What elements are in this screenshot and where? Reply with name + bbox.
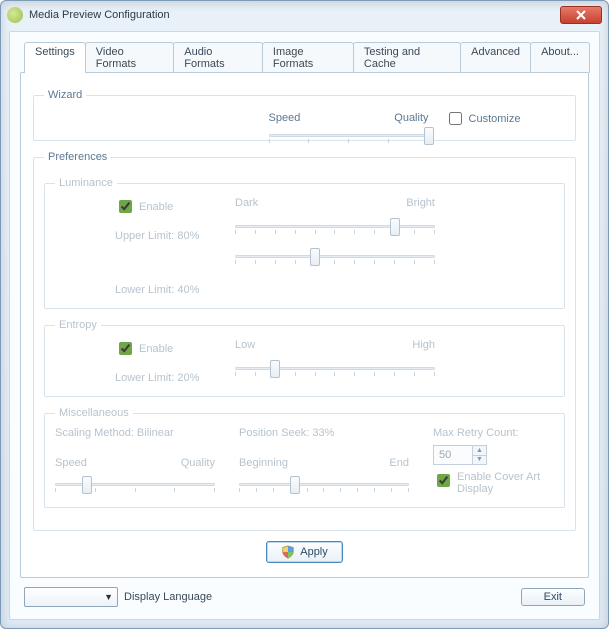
retry-value: 50 bbox=[434, 446, 472, 464]
tab-testing-cache[interactable]: Testing and Cache bbox=[353, 42, 461, 73]
window-title: Media Preview Configuration bbox=[29, 9, 170, 21]
tab-video-formats[interactable]: Video Formats bbox=[85, 42, 174, 73]
apply-button[interactable]: Apply bbox=[266, 541, 343, 563]
position-end-label: End bbox=[389, 457, 409, 469]
entropy-group: Entropy Enable Lower Limit: 20% Low bbox=[44, 319, 565, 397]
tab-settings[interactable]: Settings bbox=[24, 42, 86, 73]
entropy-lower-label: Lower Limit: 20% bbox=[115, 372, 205, 384]
scaling-quality-label: Quality bbox=[181, 457, 215, 469]
wizard-quality-label: Quality bbox=[394, 112, 428, 124]
chevron-down-icon: ▼ bbox=[104, 592, 113, 602]
entropy-legend: Entropy bbox=[55, 319, 101, 331]
tab-body: Wizard Speed Quality bbox=[20, 72, 589, 578]
scaling-speed-label: Speed bbox=[55, 457, 87, 469]
entropy-enable-checkbox[interactable]: Enable bbox=[115, 339, 205, 358]
app-icon bbox=[7, 7, 23, 23]
entropy-high-label: High bbox=[412, 339, 435, 351]
luminance-dark-label: Dark bbox=[235, 197, 258, 209]
client-area: Settings Video Formats Audio Formats Ima… bbox=[9, 31, 600, 620]
preferences-group: Preferences Luminance Enable Upper Limit… bbox=[33, 151, 576, 531]
luminance-group: Luminance Enable Upper Limit: 80% Lower … bbox=[44, 177, 565, 309]
retry-label: Max Retry Count: bbox=[433, 427, 553, 439]
tab-advanced[interactable]: Advanced bbox=[460, 42, 531, 73]
retry-down-button[interactable]: ▼ bbox=[472, 456, 486, 465]
titlebar: Media Preview Configuration bbox=[1, 1, 608, 29]
luminance-enable-checkbox[interactable]: Enable bbox=[115, 197, 205, 216]
misc-legend: Miscellaneous bbox=[55, 407, 133, 419]
wizard-speed-label: Speed bbox=[269, 112, 301, 124]
coverart-checkbox[interactable]: Enable Cover Art Display bbox=[433, 471, 553, 495]
luminance-legend: Luminance bbox=[55, 177, 117, 189]
tab-about[interactable]: About... bbox=[530, 42, 590, 73]
luminance-bright-label: Bright bbox=[406, 197, 435, 209]
tab-image-formats[interactable]: Image Formats bbox=[262, 42, 354, 73]
entropy-low-label: Low bbox=[235, 339, 255, 351]
shield-icon bbox=[281, 545, 295, 559]
position-seek-label: Position Seek: 33% bbox=[239, 427, 409, 453]
window: Media Preview Configuration Settings Vid… bbox=[0, 0, 609, 629]
customize-checkbox[interactable]: Customize bbox=[445, 109, 521, 128]
retry-spinner[interactable]: 50 ▲ ▼ bbox=[433, 445, 487, 465]
position-beginning-label: Beginning bbox=[239, 457, 288, 469]
wizard-group: Wizard Speed Quality bbox=[33, 89, 576, 141]
wizard-legend: Wizard bbox=[44, 89, 86, 101]
luminance-lower-label: Lower Limit: 40% bbox=[115, 284, 205, 296]
tab-audio-formats[interactable]: Audio Formats bbox=[173, 42, 263, 73]
luminance-upper-label: Upper Limit: 80% bbox=[115, 230, 205, 242]
retry-up-button[interactable]: ▲ bbox=[472, 446, 486, 456]
scaling-method-label: Scaling Method: Bilinear bbox=[55, 427, 215, 453]
close-button[interactable] bbox=[560, 6, 602, 24]
preferences-legend: Preferences bbox=[44, 151, 111, 163]
tab-strip: Settings Video Formats Audio Formats Ima… bbox=[24, 42, 589, 73]
close-icon bbox=[576, 10, 586, 20]
misc-group: Miscellaneous Scaling Method: Bilinear S… bbox=[44, 407, 565, 508]
display-language-label: Display Language bbox=[124, 591, 212, 603]
exit-button[interactable]: Exit bbox=[521, 588, 585, 606]
language-combo[interactable]: ▼ bbox=[24, 587, 118, 607]
bottom-bar: ▼ Display Language Exit bbox=[24, 587, 585, 607]
